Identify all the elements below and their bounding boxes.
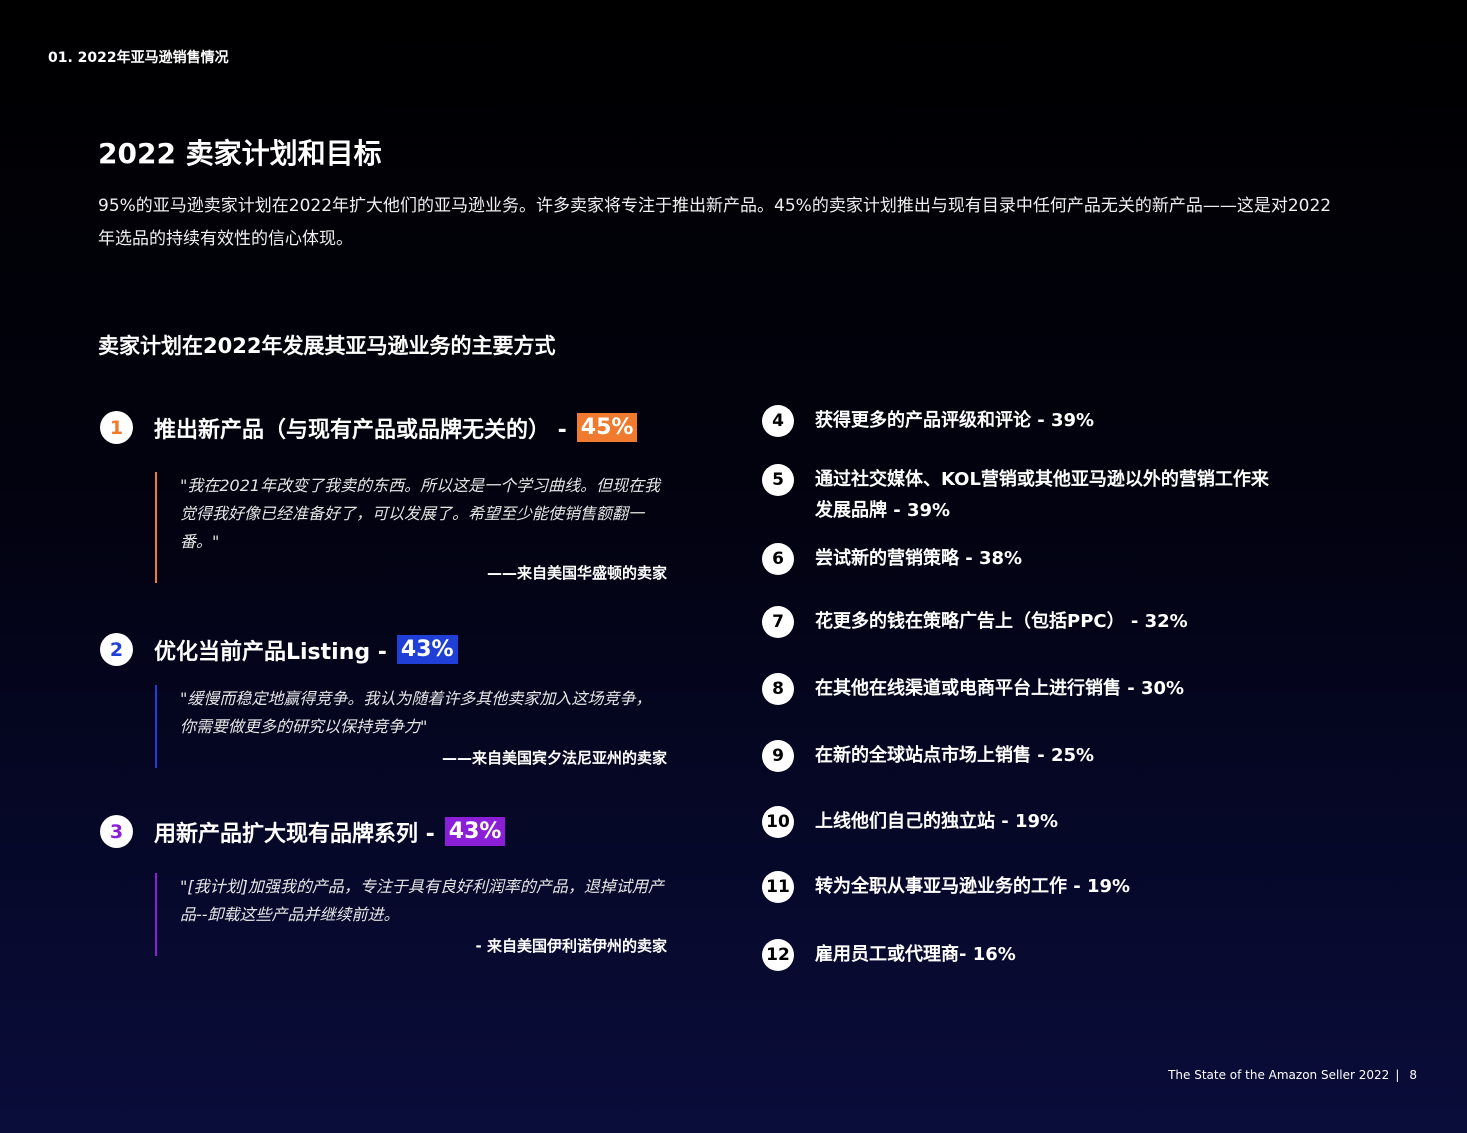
ranked-item-9: 9 在新的全球站点市场上销售 - 25% [762, 740, 1275, 772]
ranked-item-10: 10 上线他们自己的独立站 - 19% [762, 806, 1275, 838]
ranked-item-6: 6 尝试新的营销策略 - 38% [762, 543, 1275, 575]
number-badge: 4 [762, 405, 794, 437]
percent-badge: 43% [444, 817, 506, 846]
ranked-item-8: 8 在其他在线渠道或电商平台上进行销售 - 30% [762, 673, 1275, 705]
ranked-item-text: 上线他们自己的独立站 - 19% [815, 811, 1059, 832]
quote-3: "[我计划]加强我的产品，专注于具有良好利润率的产品，退掉试用产品--卸载这些产… [155, 873, 667, 956]
main-item-3: 3 用新产品扩大现有品牌系列 - 43% [100, 815, 506, 848]
quote-text: "[我计划]加强我的产品，专注于具有良好利润率的产品，退掉试用产品--卸载这些产… [180, 877, 664, 924]
ranked-item-text: 在其他在线渠道或电商平台上进行销售 - 30% [815, 678, 1185, 699]
footer: The State of the Amazon Seller 2022 | 8 [1168, 1068, 1417, 1082]
main-item-text: 用新产品扩大现有品牌系列 - [154, 821, 435, 847]
number-badge: 5 [762, 464, 794, 496]
ranked-item-4: 4 获得更多的产品评级和评论 - 39% [762, 405, 1275, 437]
number-badge: 2 [100, 633, 133, 666]
quote-source: ——来自美国华盛顿的卖家 [486, 564, 667, 582]
report-title: The State of the Amazon Seller 2022 [1168, 1068, 1390, 1082]
number-badge: 11 [762, 871, 794, 903]
ranked-item-text: 获得更多的产品评级和评论 - 39% [815, 410, 1095, 431]
quote-source: - 来自美国伊利诺伊州的卖家 [475, 937, 667, 955]
ranked-item-5: 5 通过社交媒体、KOL营销或其他亚马逊以外的营销工作来发展品牌 - 39% [762, 464, 1275, 526]
page-title: 2022 卖家计划和目标 [98, 137, 382, 170]
quote-text: "我在2021年改变了我卖的东西。所以这是一个学习曲线。但现在我觉得我好像已经准… [180, 476, 661, 551]
main-item-1: 1 推出新产品（与现有产品或品牌无关的） - 45% [100, 411, 638, 444]
main-item-text: 优化当前产品Listing - [154, 639, 387, 665]
section-tag: 01. 2022年亚马逊销售情况 [48, 50, 229, 66]
ranked-item-12: 12 雇用员工或代理商- 16% [762, 939, 1275, 971]
ranked-item-text: 花更多的钱在策略广告上（包括PPC） - 32% [815, 611, 1188, 632]
ranked-item-text: 雇用员工或代理商- 16% [815, 944, 1016, 965]
ranked-item-text: 转为全职从事亚马逊业务的工作 - 19% [815, 876, 1131, 897]
ranked-item-7: 7 花更多的钱在策略广告上（包括PPC） - 32% [762, 606, 1275, 638]
number-badge: 3 [100, 815, 133, 848]
ranked-item-text: 通过社交媒体、KOL营销或其他亚马逊以外的营销工作来发展品牌 - 39% [815, 469, 1269, 521]
number-badge: 8 [762, 673, 794, 705]
quote-2: "缓慢而稳定地赢得竞争。我认为随着许多其他卖家加入这场竞争，你需要做更多的研究以… [155, 685, 667, 768]
number-badge: 12 [762, 939, 794, 971]
ranked-item-text: 在新的全球站点市场上销售 - 25% [815, 745, 1095, 766]
subheading: 卖家计划在2022年发展其亚马逊业务的主要方式 [98, 334, 556, 358]
quote-1: "我在2021年改变了我卖的东西。所以这是一个学习曲线。但现在我觉得我好像已经准… [155, 472, 667, 583]
percent-badge: 45% [576, 413, 638, 442]
number-badge: 9 [762, 740, 794, 772]
number-badge: 10 [762, 806, 794, 838]
number-badge: 1 [100, 411, 133, 444]
main-item-2: 2 优化当前产品Listing - 43% [100, 633, 458, 666]
ranked-item-text: 尝试新的营销策略 - 38% [815, 548, 1023, 569]
footer-separator: | [1395, 1068, 1400, 1082]
percent-badge: 43% [396, 635, 458, 664]
ranked-item-11: 11 转为全职从事亚马逊业务的工作 - 19% [762, 871, 1275, 903]
main-item-text: 推出新产品（与现有产品或品牌无关的） - [154, 417, 567, 443]
number-badge: 7 [762, 606, 794, 638]
quote-source: ——来自美国宾夕法尼亚州的卖家 [441, 749, 667, 767]
number-badge: 6 [762, 543, 794, 575]
page-number: 8 [1409, 1068, 1417, 1082]
quote-text: "缓慢而稳定地赢得竞争。我认为随着许多其他卖家加入这场竞争，你需要做更多的研究以… [180, 689, 652, 736]
intro-paragraph: 95%的亚马逊卖家计划在2022年扩大他们的亚马逊业务。许多卖家将专注于推出新产… [98, 196, 1332, 249]
